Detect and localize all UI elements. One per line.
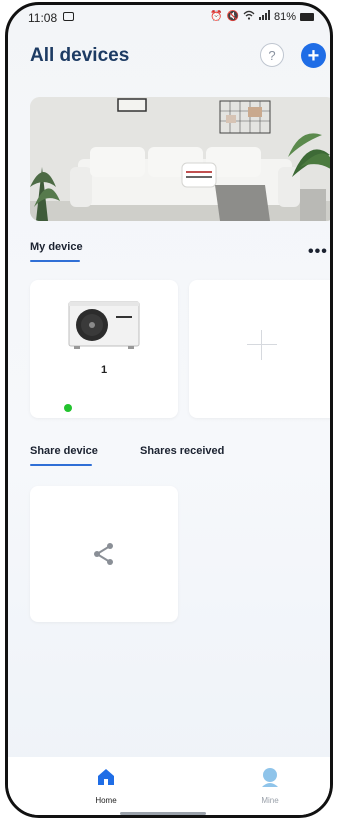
share-device-card[interactable] (30, 486, 178, 622)
living-room-illustration (30, 97, 330, 221)
phone-screen: 11:08 ⏰ 🔇 81% All devices ? + My device … (5, 2, 333, 818)
online-status-dot (64, 404, 72, 412)
help-button[interactable]: ? (260, 43, 284, 67)
home-icon (98, 769, 114, 785)
share-icon (94, 543, 113, 565)
heat-pump-icon (68, 301, 140, 349)
status-bar: 11:08 ⏰ 🔇 81% (8, 5, 330, 31)
share-device-underline (30, 464, 92, 466)
my-device-underline (30, 260, 80, 262)
battery-icon (300, 12, 314, 21)
nav-mine-label: Mine (261, 796, 279, 805)
nav-home[interactable]: Home (76, 767, 136, 805)
device-name: 1 (100, 364, 108, 376)
image-notification-icon (63, 12, 74, 21)
add-device-button[interactable]: + (301, 43, 326, 68)
home-banner-image (30, 97, 330, 221)
more-options-button[interactable]: ••• (308, 243, 328, 261)
nav-home-label: Home (95, 796, 117, 805)
profile-icon (262, 768, 278, 787)
tab-share-device[interactable]: Share device (30, 445, 98, 457)
device-card[interactable]: 1 (30, 280, 178, 418)
tab-shares-received[interactable]: Shares received (140, 445, 224, 457)
home-indicator (120, 812, 206, 815)
wifi-icon (243, 10, 255, 23)
my-device-label: My device (30, 241, 83, 253)
plus-icon (247, 330, 277, 360)
mute-icon: 🔇 (226, 11, 239, 22)
alarm-icon: ⏰ (210, 11, 223, 22)
page-title: All devices (30, 45, 130, 66)
nav-mine[interactable]: Mine (240, 767, 300, 805)
status-icons: ⏰ 🔇 81% (210, 10, 314, 23)
status-time: 11:08 (28, 11, 58, 25)
battery-percent: 81% (273, 10, 296, 23)
add-device-card[interactable] (189, 280, 330, 418)
signal-icon (258, 10, 270, 23)
bottom-navigation: Home Mine (8, 757, 330, 815)
